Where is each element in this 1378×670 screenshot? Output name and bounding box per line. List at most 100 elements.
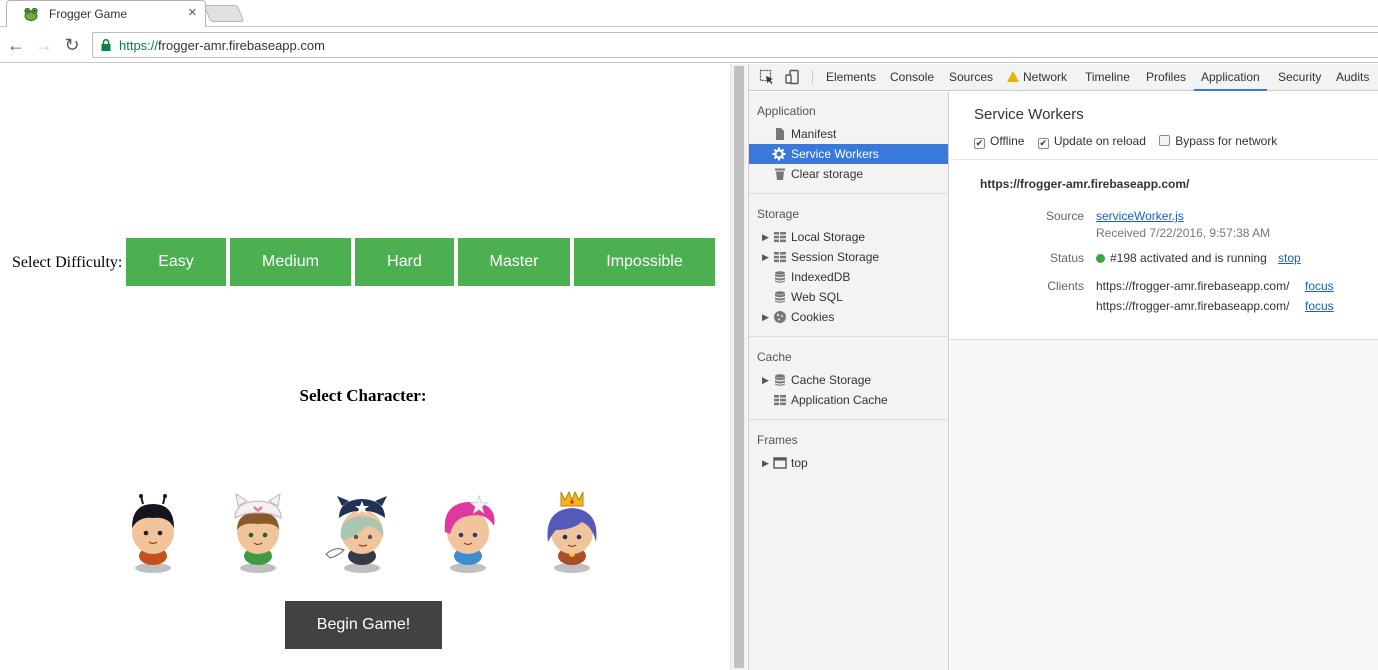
tab-profiles[interactable]: Profiles — [1146, 64, 1186, 91]
tab-elements[interactable]: Elements — [826, 64, 876, 91]
status-running-icon — [1096, 254, 1105, 263]
sidebar-item-label: Session Storage — [791, 250, 880, 264]
difficulty-medium-button[interactable]: Medium — [230, 238, 351, 286]
client-url: https://frogger-amr.firebaseapp.com/ — [1096, 279, 1290, 293]
tab-network-label: Network — [1023, 70, 1068, 84]
begin-game-button[interactable]: Begin Game! — [285, 601, 442, 649]
tab-sources[interactable]: Sources — [949, 64, 993, 91]
lock-icon — [101, 39, 111, 51]
sidebar-item-local-storage[interactable]: ▶ Local Storage — [749, 227, 948, 247]
cookie-icon — [774, 311, 786, 323]
source-file-link[interactable]: serviceWorker.js — [1096, 209, 1184, 223]
database-icon — [775, 374, 785, 386]
sidebar-item-web-sql[interactable]: Web SQL — [749, 287, 948, 307]
tab-close-icon[interactable]: × — [188, 5, 197, 21]
device-toolbar-icon[interactable] — [785, 69, 801, 85]
bypass-for-network-checkbox[interactable] — [1159, 135, 1171, 146]
sidebar-divider — [749, 419, 948, 420]
tab-strip: Frogger Game × — [0, 0, 1378, 27]
sidebar-item-service-workers[interactable]: Service Workers — [749, 144, 948, 164]
browser-toolbar: ← → ↻ https://frogger-amr.firebaseapp.co… — [0, 27, 1378, 63]
sidebar-item-label: IndexedDB — [791, 270, 851, 284]
sidebar-item-label: Clear storage — [791, 167, 864, 181]
tab-application[interactable]: Application — [1194, 64, 1267, 91]
reload-icon[interactable]: ↻ — [62, 35, 82, 55]
sidebar-item-manifest[interactable]: Manifest — [749, 124, 948, 144]
sidebar-item-application-cache[interactable]: Application Cache — [749, 390, 948, 410]
update-on-reload-checkbox[interactable]: ✔ — [1037, 138, 1049, 149]
inspect-element-icon[interactable] — [759, 69, 775, 85]
url-text: https://frogger-amr.firebaseapp.com — [119, 38, 325, 53]
expand-arrow-icon[interactable]: ▶ — [762, 247, 769, 267]
bypass-for-network-label: Bypass for network — [1175, 134, 1278, 148]
service-worker-options: ✔ Offline ✔ Update on reload Bypass for ne… — [974, 134, 1287, 149]
tab-console[interactable]: Console — [890, 64, 934, 91]
pink-girl-character[interactable] — [428, 482, 508, 578]
devtools-tab-bar: Elements Console Sources Network Timelin… — [749, 64, 1378, 91]
clients-label: Clients — [1047, 279, 1084, 293]
princess-character[interactable] — [532, 482, 612, 578]
database-icon — [775, 291, 785, 303]
character-heading: Select Character: — [299, 386, 427, 405]
url-host: frogger-amr.firebaseapp.com — [158, 38, 325, 53]
sidebar-item-label: Cache Storage — [791, 373, 872, 387]
offline-checkbox[interactable]: ✔ — [974, 138, 985, 149]
expand-arrow-icon[interactable]: ▶ — [762, 227, 769, 247]
sidebar-item-session-storage[interactable]: ▶ Session Storage — [749, 247, 948, 267]
game-page: Select Difficulty: Easy Medium Hard Mast… — [0, 64, 730, 670]
expand-arrow-icon[interactable]: ▶ — [762, 453, 769, 473]
cat-girl-character[interactable] — [218, 482, 298, 578]
tab-audits[interactable]: Audits — [1336, 64, 1369, 91]
browser-tab[interactable]: Frogger Game × — [6, 0, 206, 27]
file-icon — [776, 128, 784, 140]
new-tab-button[interactable] — [203, 5, 245, 22]
horn-girl-character[interactable] — [322, 482, 402, 578]
tab-timeline[interactable]: Timeline — [1085, 64, 1130, 91]
difficulty-easy-button[interactable]: Easy — [126, 238, 226, 286]
frame-icon — [773, 457, 787, 469]
sidebar-divider — [749, 193, 948, 194]
source-label: Source — [1045, 209, 1084, 223]
tab-network[interactable]: Network — [1007, 64, 1067, 91]
sidebar-item-indexeddb[interactable]: IndexedDB — [749, 267, 948, 287]
expand-arrow-icon[interactable]: ▶ — [762, 370, 769, 390]
options-divider — [950, 159, 1378, 160]
sidebar-item-label: Manifest — [791, 127, 837, 141]
address-bar[interactable]: https://frogger-amr.firebaseapp.com — [92, 32, 1378, 58]
sidebar-item-label: Service Workers — [791, 147, 879, 161]
received-timestamp: Received 7/22/2016, 9:57:38 AM — [1096, 226, 1271, 240]
sidebar-item-label: Cookies — [791, 310, 835, 324]
sidebar-item-label: Web SQL — [791, 290, 843, 304]
sidebar-item-cookies[interactable]: ▶ Cookies — [749, 307, 948, 327]
sidebar-section-storage: Storage — [757, 207, 800, 221]
database-icon — [775, 271, 785, 283]
grid-icon — [774, 252, 786, 263]
url-scheme: https:// — [119, 38, 159, 53]
boy-character[interactable] — [113, 482, 193, 578]
sidebar-item-top-frame[interactable]: ▶ top — [749, 453, 948, 473]
difficulty-master-button[interactable]: Master — [458, 238, 570, 286]
back-arrow-icon[interactable]: ← — [6, 35, 26, 55]
sidebar-section-cache: Cache — [757, 350, 792, 364]
sidebar-item-label: top — [791, 456, 808, 470]
client-focus-link[interactable]: focus — [1305, 279, 1334, 293]
warning-icon — [1007, 71, 1019, 82]
sidebar-section-application: Application — [757, 104, 816, 118]
stop-link[interactable]: stop — [1278, 251, 1301, 265]
status-text: #198 activated and is running — [1110, 251, 1267, 265]
sidebar-item-label: Application Cache — [791, 393, 888, 407]
difficulty-hard-button[interactable]: Hard — [355, 238, 454, 286]
client-focus-link[interactable]: focus — [1305, 299, 1334, 313]
application-sidebar: Application Manifest Service Workers Cle… — [749, 92, 949, 670]
page-scrollbar[interactable] — [730, 64, 747, 670]
tab-security[interactable]: Security — [1278, 64, 1321, 91]
forward-arrow-icon[interactable]: → — [34, 35, 54, 55]
status-value: #198 activated and is running — [1096, 251, 1267, 265]
difficulty-impossible-button[interactable]: Impossible — [574, 238, 715, 286]
sidebar-item-cache-storage[interactable]: ▶ Cache Storage — [749, 370, 948, 390]
expand-arrow-icon[interactable]: ▶ — [762, 307, 769, 327]
toolbar-separator — [812, 70, 813, 85]
page-scroll-thumb[interactable] — [734, 66, 744, 668]
sidebar-item-clear-storage[interactable]: Clear storage — [749, 164, 948, 184]
difficulty-label: Select Difficulty: — [12, 254, 123, 271]
